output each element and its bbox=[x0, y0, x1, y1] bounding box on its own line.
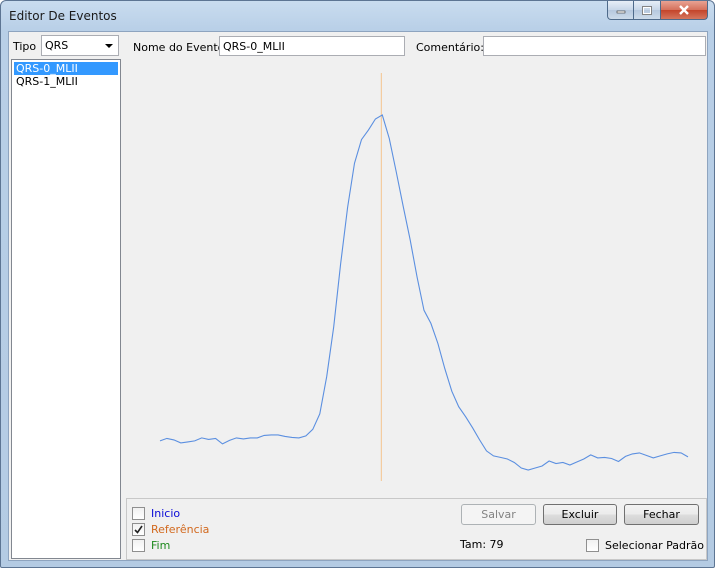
title-bar[interactable]: Editor De Eventos bbox=[1, 1, 714, 30]
selecionar-padrao-label: Selecionar Padrão bbox=[605, 538, 704, 552]
referencia-checkbox[interactable] bbox=[132, 522, 145, 536]
caption-buttons bbox=[607, 1, 708, 20]
bottom-panel: Inicio Referência Fim Salvar Excluir Fec… bbox=[126, 498, 707, 560]
fim-checkbox[interactable] bbox=[132, 538, 145, 552]
close-icon bbox=[679, 5, 689, 15]
nome-evento-label: Nome do Evento bbox=[133, 41, 225, 54]
fechar-button[interactable]: Fechar bbox=[624, 504, 699, 525]
close-button[interactable] bbox=[661, 1, 708, 20]
minimize-button[interactable] bbox=[607, 1, 634, 20]
list-item[interactable]: QRS-0_MLII bbox=[14, 62, 118, 75]
editor-window: Editor De Eventos Tipo QRS QRS-0_MLII QR… bbox=[0, 0, 715, 568]
referencia-checkbox-row[interactable]: Referência bbox=[132, 522, 209, 536]
comentario-field[interactable] bbox=[483, 36, 706, 56]
tipo-selected-value: QRS bbox=[45, 39, 69, 52]
chevron-down-icon bbox=[105, 44, 113, 48]
inicio-label: Inicio bbox=[151, 506, 181, 520]
signal-series-line bbox=[159, 114, 689, 471]
list-item[interactable]: QRS-1_MLII bbox=[14, 75, 118, 88]
window-title: Editor De Eventos bbox=[9, 9, 117, 23]
comentario-label: Comentário: bbox=[416, 41, 484, 54]
fim-label: Fim bbox=[151, 538, 171, 552]
maximize-button[interactable] bbox=[634, 1, 661, 20]
excluir-button[interactable]: Excluir bbox=[543, 504, 617, 525]
checkmark-icon bbox=[134, 525, 143, 534]
inicio-checkbox-row[interactable]: Inicio bbox=[132, 506, 180, 520]
nome-evento-field[interactable]: QRS-0_MLII bbox=[219, 36, 405, 56]
salvar-button[interactable]: Salvar bbox=[461, 504, 536, 525]
minimize-icon bbox=[616, 10, 625, 14]
client-area: Tipo QRS QRS-0_MLII QRS-1_MLII Nome do E… bbox=[8, 31, 708, 561]
tam-label: Tam: 79 bbox=[460, 538, 504, 551]
events-listbox[interactable]: QRS-0_MLII QRS-1_MLII bbox=[11, 59, 121, 559]
tipo-dropdown[interactable]: QRS bbox=[41, 35, 119, 56]
inicio-checkbox[interactable] bbox=[132, 506, 145, 520]
selecionar-padrao-checkbox[interactable] bbox=[586, 538, 599, 552]
maximize-icon bbox=[642, 5, 652, 15]
fim-checkbox-row[interactable]: Fim bbox=[132, 538, 170, 552]
tipo-label: Tipo bbox=[13, 40, 37, 53]
referencia-label: Referência bbox=[151, 522, 210, 536]
signal-plot[interactable] bbox=[125, 60, 707, 496]
selecionar-padrao-row[interactable]: Selecionar Padrão bbox=[586, 538, 704, 552]
